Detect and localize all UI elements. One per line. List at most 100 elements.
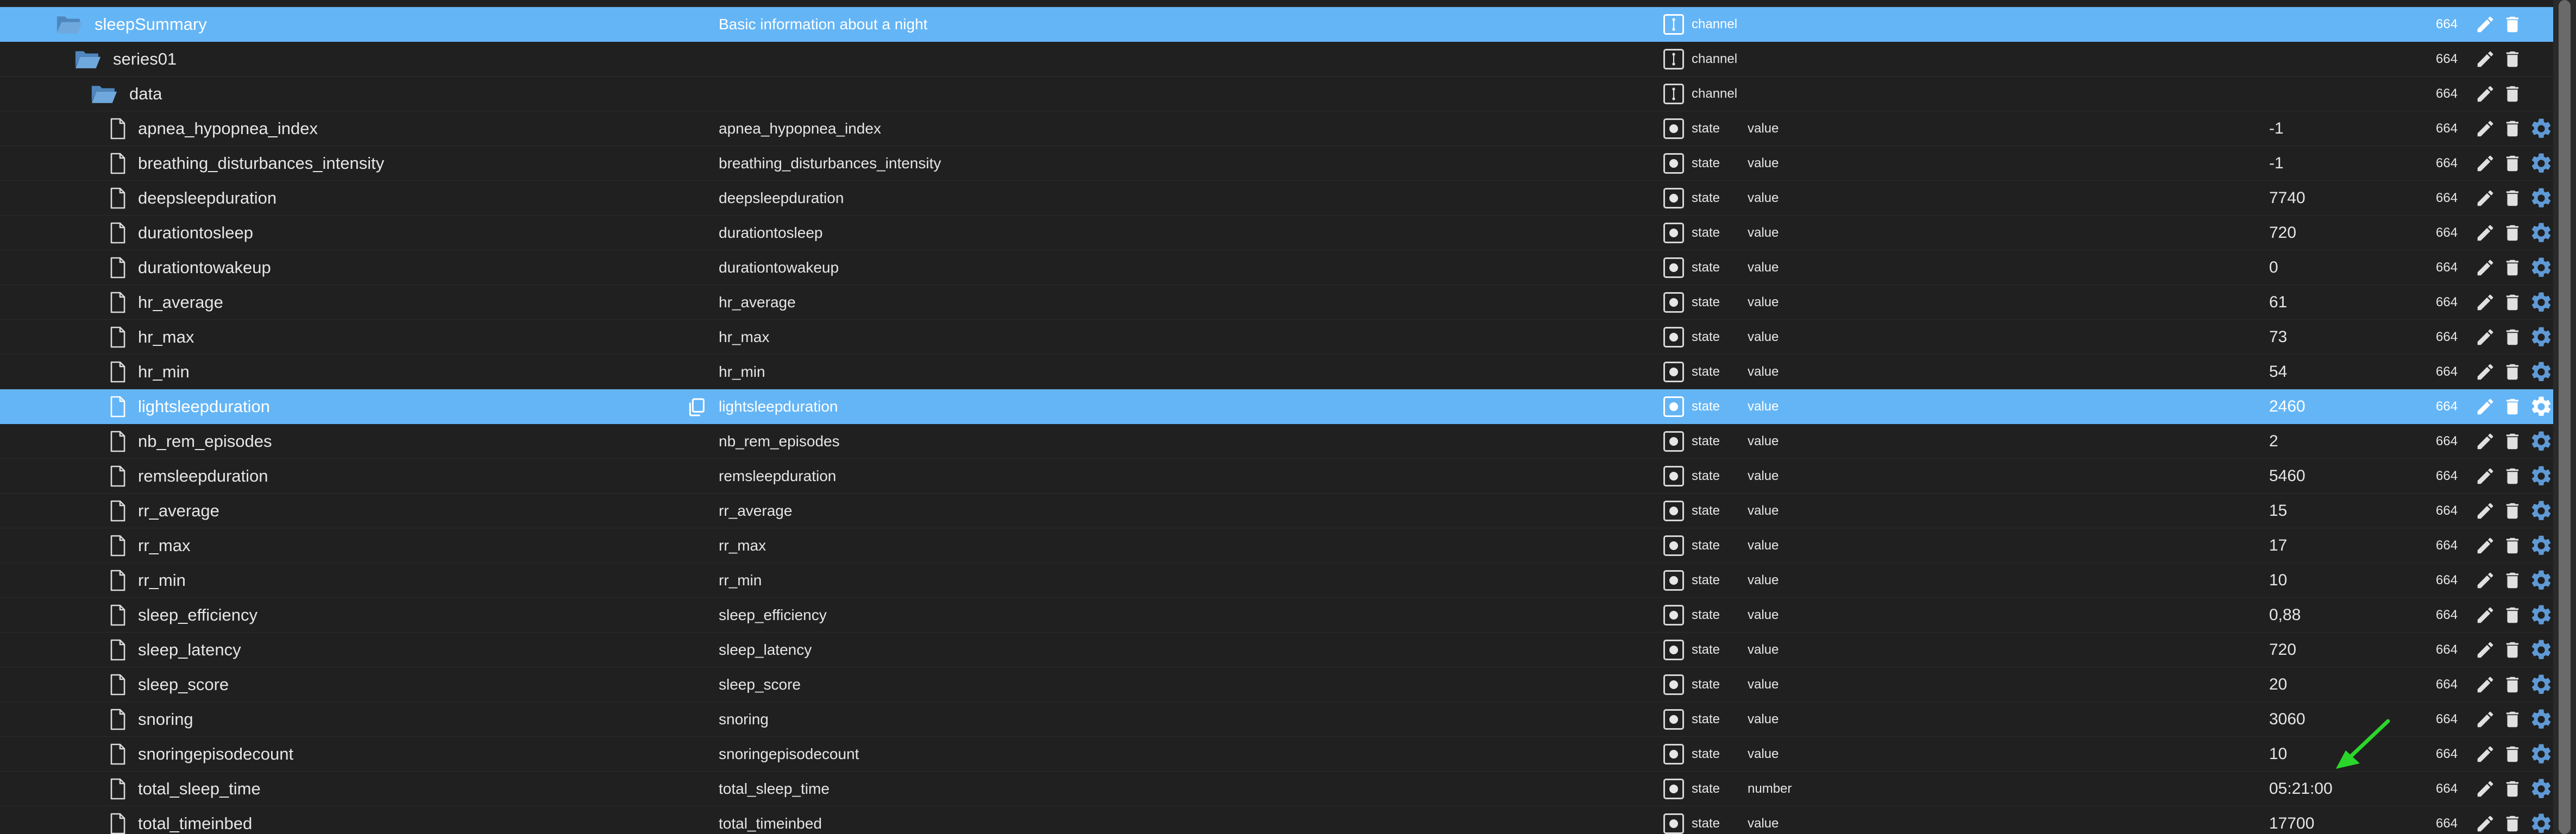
edit-pencil-icon[interactable]: [2475, 640, 2496, 660]
value-cell[interactable]: 2: [2269, 424, 2278, 459]
value-cell[interactable]: 73: [2269, 320, 2287, 355]
tree-row-apnea_hypopnea_index[interactable]: apnea_hypopnea_index apnea_hypopnea_index…: [0, 111, 2553, 146]
name-cell[interactable]: snoring: [109, 702, 193, 737]
tree-row-total_timeinbed[interactable]: total_timeinbed total_timeinbed state value…: [0, 806, 2553, 834]
name-cell[interactable]: rr_min: [109, 563, 186, 598]
value-cell[interactable]: -1: [2269, 146, 2284, 181]
custom-settings-gear-icon[interactable]: [2529, 673, 2553, 697]
value-cell[interactable]: 61: [2269, 285, 2287, 320]
name-cell[interactable]: remsleepduration: [109, 459, 268, 494]
edit-pencil-icon[interactable]: [2475, 14, 2496, 35]
custom-settings-gear-icon[interactable]: [2529, 117, 2553, 141]
tree-row-rr_max[interactable]: rr_max rr_max state value 17 664: [0, 528, 2553, 563]
delete-trash-icon[interactable]: [2502, 535, 2523, 556]
name-cell[interactable]: hr_average: [109, 285, 223, 320]
value-cell[interactable]: 720: [2269, 216, 2296, 250]
delete-trash-icon[interactable]: [2502, 118, 2523, 139]
value-cell[interactable]: 3060: [2269, 702, 2305, 737]
edit-pencil-icon[interactable]: [2475, 466, 2496, 486]
value-cell[interactable]: 15: [2269, 494, 2287, 528]
custom-settings-gear-icon[interactable]: [2529, 186, 2553, 210]
edit-pencil-icon[interactable]: [2475, 431, 2496, 452]
value-cell[interactable]: 17: [2269, 528, 2287, 563]
name-cell[interactable]: deepsleepduration: [109, 181, 277, 216]
custom-settings-gear-icon[interactable]: [2529, 742, 2553, 766]
custom-settings-gear-icon[interactable]: [2529, 603, 2553, 627]
custom-settings-gear-icon[interactable]: [2529, 221, 2553, 245]
name-cell[interactable]: hr_min: [109, 355, 190, 389]
delete-trash-icon[interactable]: [2502, 709, 2523, 730]
custom-settings-gear-icon[interactable]: [2529, 812, 2553, 834]
edit-pencil-icon[interactable]: [2475, 257, 2496, 278]
delete-trash-icon[interactable]: [2502, 779, 2523, 799]
name-cell[interactable]: nb_rem_episodes: [109, 424, 272, 459]
edit-pencil-icon[interactable]: [2475, 84, 2496, 104]
name-cell[interactable]: lightsleepduration: [109, 389, 270, 424]
custom-settings-gear-icon[interactable]: [2529, 151, 2553, 175]
custom-settings-gear-icon[interactable]: [2529, 325, 2553, 349]
tree-row-snoringepisodecount[interactable]: snoringepisodecount snoringepisodecount st…: [0, 737, 2553, 772]
delete-trash-icon[interactable]: [2502, 362, 2523, 382]
delete-trash-icon[interactable]: [2502, 744, 2523, 764]
value-cell[interactable]: 2460: [2269, 389, 2305, 424]
edit-pencil-icon[interactable]: [2475, 118, 2496, 139]
tree-row-sleep_latency[interactable]: sleep_latency sleep_latency state value 720 6…: [0, 633, 2553, 667]
name-cell[interactable]: sleep_latency: [109, 633, 241, 667]
custom-settings-gear-icon[interactable]: [2529, 464, 2553, 488]
value-cell[interactable]: 720: [2269, 633, 2296, 667]
tree-row-hr_min[interactable]: hr_min hr_min state value 54 664: [0, 355, 2553, 389]
tree-row-nb_rem_episodes[interactable]: nb_rem_episodes nb_rem_episodes state value…: [0, 424, 2553, 459]
custom-settings-gear-icon[interactable]: [2529, 360, 2553, 384]
value-cell[interactable]: 0,88: [2269, 598, 2301, 633]
name-cell[interactable]: rr_average: [109, 494, 219, 528]
custom-settings-gear-icon[interactable]: [2529, 707, 2553, 731]
name-cell[interactable]: sleepSummary: [55, 7, 207, 42]
tree-row-breathing_disturbances_intensity[interactable]: breathing_disturbances_intensity breathin…: [0, 146, 2553, 181]
name-cell[interactable]: sleep_score: [109, 667, 229, 702]
delete-trash-icon[interactable]: [2502, 640, 2523, 660]
edit-pencil-icon[interactable]: [2475, 605, 2496, 626]
edit-pencil-icon[interactable]: [2475, 49, 2496, 70]
value-cell[interactable]: 05:21:00: [2269, 772, 2333, 806]
value-cell[interactable]: 10: [2269, 737, 2287, 772]
edit-pencil-icon[interactable]: [2475, 501, 2496, 521]
edit-pencil-icon[interactable]: [2475, 709, 2496, 730]
name-cell[interactable]: total_sleep_time: [109, 772, 261, 806]
delete-trash-icon[interactable]: [2502, 84, 2523, 104]
custom-settings-gear-icon[interactable]: [2529, 638, 2553, 662]
name-cell[interactable]: durationtowakeup: [109, 250, 271, 285]
name-cell[interactable]: sleep_efficiency: [109, 598, 257, 633]
copy-icon[interactable]: [686, 396, 707, 418]
tree-row-durationtosleep[interactable]: durationtosleep durationtosleep state value…: [0, 216, 2553, 250]
tree-row-hr_average[interactable]: hr_average hr_average state value 61 664: [0, 285, 2553, 320]
name-cell[interactable]: total_timeinbed: [109, 806, 252, 834]
tree-row-remsleepduration[interactable]: remsleepduration remsleepduration state val…: [0, 459, 2553, 494]
tree-row-hr_max[interactable]: hr_max hr_max state value 73 664: [0, 320, 2553, 355]
tree-row-sleep_efficiency[interactable]: sleep_efficiency sleep_efficiency state val…: [0, 598, 2553, 633]
tree-row-rr_min[interactable]: rr_min rr_min state value 10 664: [0, 563, 2553, 598]
tree-row-sleep_score[interactable]: sleep_score sleep_score state value 20 664: [0, 667, 2553, 702]
delete-trash-icon[interactable]: [2502, 257, 2523, 278]
name-cell[interactable]: series01: [74, 42, 177, 77]
edit-pencil-icon[interactable]: [2475, 674, 2496, 695]
tree-row-deepsleepduration[interactable]: deepsleepduration deepsleepduration state v…: [0, 181, 2553, 216]
delete-trash-icon[interactable]: [2502, 327, 2523, 348]
value-cell[interactable]: 5460: [2269, 459, 2305, 494]
custom-settings-gear-icon[interactable]: [2529, 777, 2553, 801]
value-cell[interactable]: 0: [2269, 250, 2278, 285]
custom-settings-gear-icon[interactable]: [2529, 534, 2553, 558]
tree-row-durationtowakeup[interactable]: durationtowakeup durationtowakeup state val…: [0, 250, 2553, 285]
value-cell[interactable]: 10: [2269, 563, 2287, 598]
delete-trash-icon[interactable]: [2502, 188, 2523, 208]
delete-trash-icon[interactable]: [2502, 14, 2523, 35]
edit-pencil-icon[interactable]: [2475, 570, 2496, 591]
value-cell[interactable]: 20: [2269, 667, 2287, 702]
delete-trash-icon[interactable]: [2502, 153, 2523, 174]
delete-trash-icon[interactable]: [2502, 396, 2523, 417]
delete-trash-icon[interactable]: [2502, 466, 2523, 486]
edit-pencil-icon[interactable]: [2475, 779, 2496, 799]
tree-row-data[interactable]: data channel 664: [0, 77, 2553, 111]
tree-row-rr_average[interactable]: rr_average rr_average state value 15 664: [0, 494, 2553, 528]
name-cell[interactable]: breathing_disturbances_intensity: [109, 146, 384, 181]
name-cell[interactable]: rr_max: [109, 528, 190, 563]
